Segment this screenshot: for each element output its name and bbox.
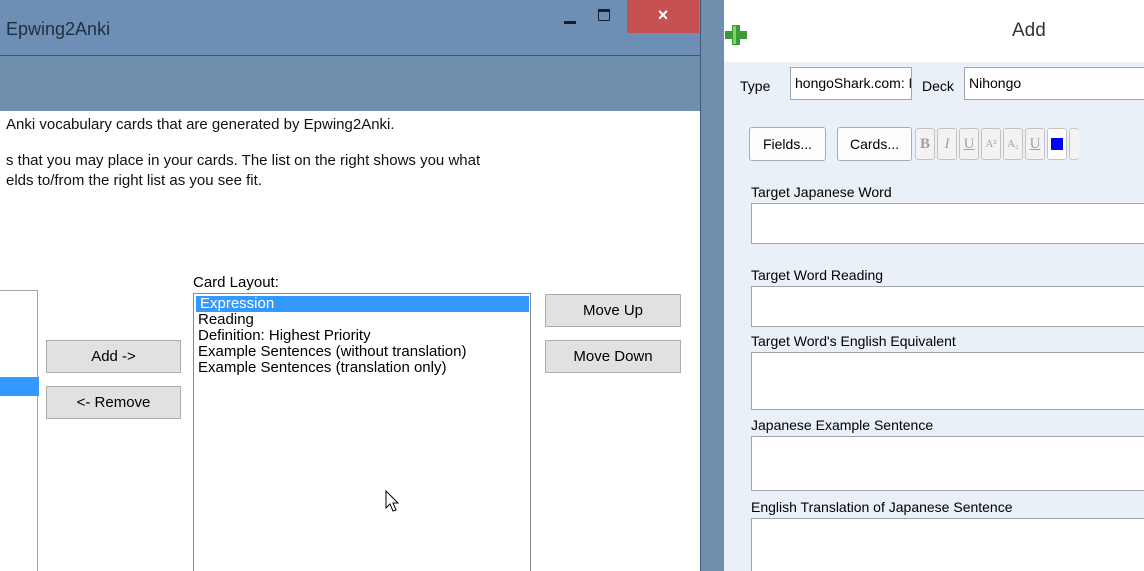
maximize-button[interactable]	[590, 0, 620, 30]
superscript-button[interactable]: A²	[981, 128, 1001, 160]
type-label: Type	[740, 78, 771, 94]
move-up-button[interactable]: Move Up	[545, 294, 681, 327]
epwing2anki-window: Epwing2Anki × Anki vocabulary cards that…	[0, 0, 700, 571]
more-format-button[interactable]	[1069, 128, 1079, 160]
field-target-japanese-word[interactable]	[751, 203, 1144, 244]
minimize-button[interactable]	[555, 0, 585, 30]
subscript-button[interactable]: A₂	[1003, 128, 1023, 160]
window-title: Epwing2Anki	[6, 19, 111, 39]
field-japanese-example[interactable]	[751, 436, 1144, 491]
intro-text-line-3: elds to/from the right list as you see f…	[6, 172, 262, 189]
add-window-title: Add	[1012, 20, 1046, 41]
card-layout-list[interactable]: Expression Reading Definition: Highest P…	[193, 293, 531, 571]
bold-button[interactable]: B	[915, 128, 935, 160]
field-label-english-translation: English Translation of Japanese Sentence	[751, 499, 1013, 515]
mouse-cursor-icon	[385, 490, 400, 512]
available-fields-list[interactable]	[0, 290, 39, 571]
title-bar: Epwing2Anki ×	[0, 0, 700, 55]
card-item-example-sentences-translation[interactable]: Example Sentences (translation only)	[194, 360, 530, 376]
card-item-definition[interactable]: Definition: Highest Priority	[194, 328, 530, 344]
underline-button[interactable]: U	[959, 128, 979, 160]
color-swatch-icon	[1051, 138, 1063, 150]
field-label-japanese-example: Japanese Example Sentence	[751, 417, 934, 433]
move-down-button[interactable]: Move Down	[545, 340, 681, 373]
card-item-reading[interactable]: Reading	[194, 312, 530, 328]
header-band	[0, 55, 700, 111]
field-label-target-word-reading: Target Word Reading	[751, 267, 884, 283]
field-target-word-reading[interactable]	[751, 286, 1144, 327]
add-title-bar: Add	[724, 0, 1144, 62]
fields-button[interactable]: Fields...	[749, 127, 826, 161]
available-field-selected[interactable]	[0, 377, 39, 396]
close-button[interactable]: ×	[627, 0, 699, 33]
intro-text-line-1: Anki vocabulary cards that are generated…	[6, 116, 395, 133]
intro-text-line-2: s that you may place in your cards. The …	[6, 152, 481, 169]
anki-add-window: Add Type hongoShark.com: My Vocabular De…	[724, 0, 1144, 571]
type-selector[interactable]: hongoShark.com: My Vocabular	[790, 67, 912, 100]
deck-selector[interactable]: Nihongo	[964, 67, 1144, 100]
italic-button[interactable]: I	[937, 128, 957, 160]
field-label-target-japanese-word: Target Japanese Word	[751, 184, 892, 200]
field-label-english-equivalent: Target Word's English Equivalent	[751, 333, 956, 349]
card-item-example-sentences-no-translation[interactable]: Example Sentences (without translation)	[194, 344, 530, 360]
card-layout-label: Card Layout:	[193, 274, 279, 291]
field-english-translation[interactable]	[751, 518, 1144, 571]
field-english-equivalent[interactable]	[751, 352, 1144, 410]
window-gap	[700, 0, 724, 571]
deck-label: Deck	[922, 78, 954, 94]
card-item-expression[interactable]: Expression	[196, 296, 529, 312]
add-plus-icon	[725, 25, 747, 45]
text-color-button[interactable]	[1047, 128, 1067, 160]
cards-button[interactable]: Cards...	[837, 127, 912, 161]
clear-format-button[interactable]: U	[1025, 128, 1045, 160]
remove-button[interactable]: <- Remove	[46, 386, 181, 419]
close-icon: ×	[657, 5, 669, 25]
add-button[interactable]: Add ->	[46, 340, 181, 373]
